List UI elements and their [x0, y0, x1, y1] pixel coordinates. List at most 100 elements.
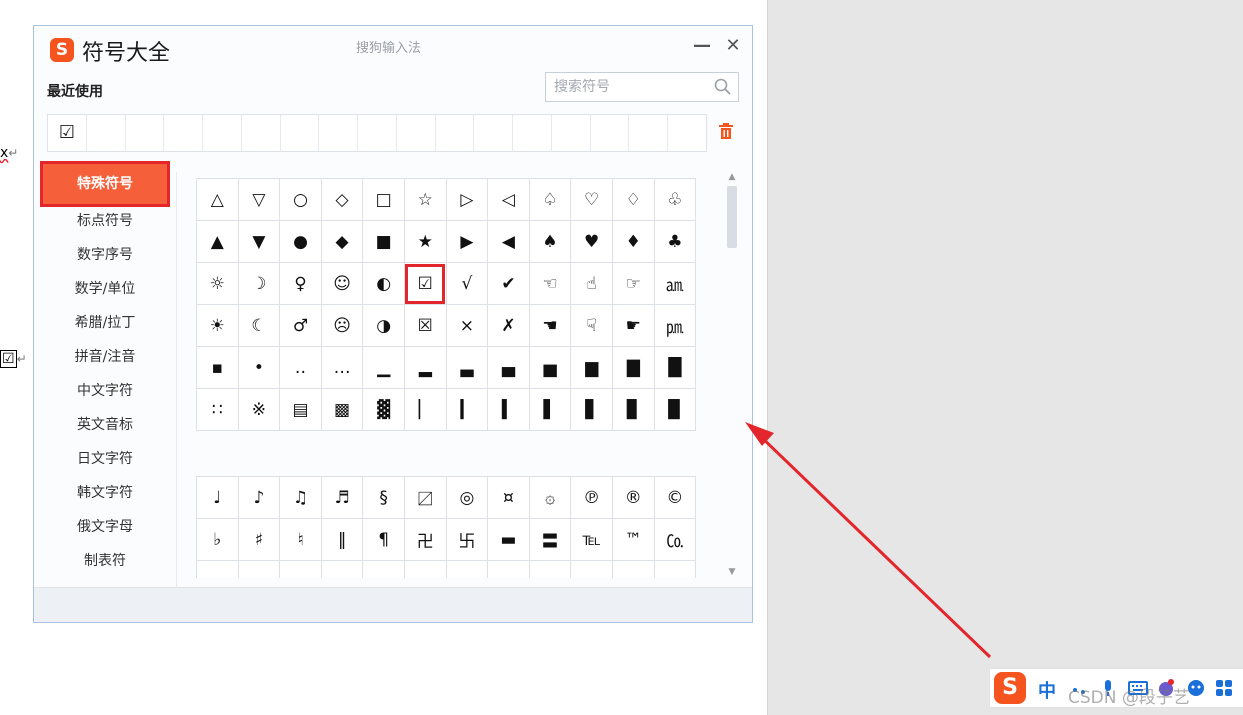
symbol-cell[interactable]: ▍ — [487, 388, 530, 431]
symbol-cell[interactable]: ◇ — [320, 178, 364, 221]
symbol-cell[interactable]: ★ — [403, 220, 447, 263]
symbol-cell[interactable]: ♬ — [320, 476, 364, 519]
symbol-cell[interactable] — [196, 560, 239, 578]
scroll-thumb[interactable] — [727, 186, 737, 248]
symbol-cell[interactable]: ▷ — [445, 178, 489, 221]
symbol-cell[interactable]: ▊ — [611, 388, 655, 431]
symbol-cell[interactable]: ♠ — [528, 220, 572, 263]
symbol-cell[interactable]: ▩ — [320, 388, 364, 431]
symbol-cell[interactable]: ▼ — [237, 220, 281, 263]
symbol-cell[interactable]: ♫ — [279, 476, 322, 519]
symbol-cell[interactable]: ‥ — [279, 346, 322, 389]
symbol-cell[interactable]: ♮ — [279, 518, 322, 561]
recent-symbol-cell[interactable] — [164, 115, 204, 151]
trash-icon[interactable] — [718, 122, 734, 140]
symbol-cell[interactable]: ☒ — [403, 304, 447, 347]
symbol-cell[interactable]: ◁ — [487, 178, 530, 221]
symbol-cell[interactable]: ☟ — [570, 304, 613, 347]
symbol-cell[interactable]: 〓 — [528, 518, 572, 561]
symbol-cell[interactable]: ☀ — [196, 304, 239, 347]
symbol-cell[interactable]: ■ — [362, 220, 405, 263]
symbol-cell[interactable]: ○ — [279, 178, 322, 221]
symbol-cell[interactable]: ● — [279, 220, 322, 263]
symbol-cell[interactable]: ▌ — [528, 388, 572, 431]
symbol-cell[interactable]: ▂ — [403, 346, 447, 389]
symbol-cell[interactable]: ☼ — [196, 262, 239, 305]
symbol-cell[interactable]: ◆ — [320, 220, 364, 263]
symbol-cell[interactable]: ♪ — [237, 476, 281, 519]
symbol-cell[interactable]: ☆ — [403, 178, 447, 221]
symbol-cell[interactable]: ※ — [237, 388, 281, 431]
symbol-cell[interactable]: ℡ — [570, 518, 613, 561]
symbol-cell[interactable]: ¤ — [487, 476, 530, 519]
symbol-cell[interactable]: ▬ — [487, 518, 530, 561]
recent-symbol-cell[interactable] — [668, 115, 706, 151]
symbol-cell[interactable]: ☜ — [528, 262, 572, 305]
symbol-cell[interactable] — [653, 560, 697, 578]
symbol-cell[interactable] — [403, 560, 447, 578]
symbol-cell[interactable]: ▽ — [237, 178, 281, 221]
symbol-cell[interactable] — [279, 560, 322, 578]
recent-symbol-cell[interactable] — [242, 115, 281, 151]
symbol-cell[interactable]: § — [362, 476, 405, 519]
symbol-cell[interactable]: ♂ — [279, 304, 322, 347]
scroll-down-arrow-icon[interactable]: ▼ — [727, 567, 737, 577]
symbol-cell[interactable]: ▲ — [196, 220, 239, 263]
category-item[interactable]: 数学/单位 — [40, 272, 170, 306]
symbol-cell[interactable]: ☚ — [528, 304, 572, 347]
search-box[interactable] — [545, 72, 739, 102]
symbol-cell[interactable]: ▤ — [279, 388, 322, 431]
category-item[interactable]: 俄文字母 — [40, 510, 170, 544]
category-item[interactable]: 日文字符 — [40, 442, 170, 476]
symbol-cell[interactable]: ☹ — [320, 304, 364, 347]
recent-symbol-cell[interactable] — [87, 115, 126, 151]
symbol-cell[interactable]: ♭ — [196, 518, 239, 561]
symbol-cell[interactable]: ♡ — [570, 178, 613, 221]
symbol-scrollbar[interactable]: ▲ ▼ — [725, 172, 739, 577]
recent-symbol-cell[interactable] — [513, 115, 552, 151]
symbol-cell[interactable]: ‖ — [320, 518, 364, 561]
recent-symbol-cell[interactable] — [358, 115, 397, 151]
symbol-cell[interactable]: ♣ — [653, 220, 697, 263]
symbol-cell[interactable]: × — [445, 304, 489, 347]
category-item[interactable]: 数字序号 — [40, 238, 170, 272]
symbol-cell[interactable] — [237, 560, 281, 578]
symbol-cell[interactable]: █ — [653, 346, 697, 389]
symbol-cell[interactable]: 〼 — [403, 476, 447, 519]
symbol-cell[interactable]: △ — [196, 178, 239, 221]
symbol-cell[interactable]: ℗ — [570, 476, 613, 519]
symbol-cell[interactable]: © — [653, 476, 697, 519]
symbol-cell[interactable]: ▋ — [570, 388, 613, 431]
symbol-cell[interactable]: ▪ — [196, 346, 239, 389]
recent-symbol-cell[interactable] — [126, 115, 165, 151]
recent-symbol-cell[interactable] — [203, 115, 242, 151]
symbol-cell[interactable] — [445, 560, 489, 578]
symbol-cell[interactable]: ☾ — [237, 304, 281, 347]
symbol-cell[interactable]: ▎ — [445, 388, 489, 431]
close-button[interactable]: ✕ — [721, 34, 745, 58]
symbol-cell[interactable]: ▆ — [570, 346, 613, 389]
symbol-cell[interactable]: ☛ — [611, 304, 655, 347]
symbol-cell[interactable] — [362, 560, 405, 578]
symbol-cell[interactable]: ㏇ — [653, 518, 697, 561]
symbol-cell[interactable] — [487, 560, 530, 578]
symbol-cell[interactable]: ▶ — [445, 220, 489, 263]
minimize-button[interactable]: — — [690, 34, 714, 58]
scroll-up-arrow-icon[interactable]: ▲ — [727, 172, 737, 182]
category-item[interactable]: 拼音/注音 — [40, 340, 170, 374]
symbol-cell[interactable]: • — [237, 346, 281, 389]
recent-symbol-cell[interactable] — [281, 115, 320, 151]
symbol-cell[interactable]: ☽ — [237, 262, 281, 305]
symbol-cell[interactable]: ♤ — [528, 178, 572, 221]
symbol-cell[interactable]: ۞ — [528, 476, 572, 519]
symbol-cell[interactable]: ◑ — [362, 304, 405, 347]
symbol-cell[interactable]: ✗ — [487, 304, 530, 347]
symbol-cell[interactable]: 卐 — [445, 518, 489, 561]
symbol-cell[interactable]: ☞ — [611, 262, 655, 305]
symbol-cell[interactable]: ☝ — [570, 262, 613, 305]
symbol-cell[interactable]: ♦ — [611, 220, 655, 263]
category-item[interactable]: 韩文字符 — [40, 476, 170, 510]
search-input[interactable] — [546, 73, 722, 101]
category-item[interactable]: 标点符号 — [40, 204, 170, 238]
ime-logo-icon[interactable]: S — [994, 672, 1026, 704]
